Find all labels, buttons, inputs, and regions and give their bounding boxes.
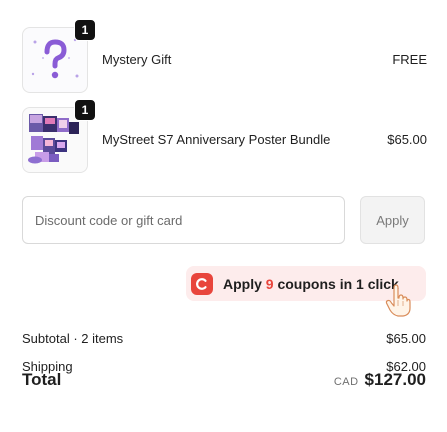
item-thumbnail: 1	[22, 19, 96, 93]
item-name: Mystery Gift	[102, 51, 172, 67]
line-item: 1 Mystery Gift FREE	[22, 19, 427, 93]
subtotal-label: Subtotal · 2 items	[22, 331, 124, 346]
item-thumbnail: 1	[22, 99, 96, 173]
line-item: 1 MyStreet S7 Anniversary Poster Bundle …	[22, 99, 427, 173]
apply-discount-button[interactable]: Apply	[360, 196, 425, 244]
subtotal-value: $65.00	[386, 331, 426, 346]
quantity-badge: 1	[74, 19, 96, 41]
subtotal-row: Subtotal · 2 items $65.00	[22, 331, 426, 349]
discount-form: Apply	[22, 196, 447, 246]
discount-code-input[interactable]	[22, 196, 345, 244]
coupon-prefix: Apply	[223, 275, 262, 292]
coupon-count: 9	[265, 275, 274, 292]
item-name: MyStreet S7 Anniversary Poster Bundle	[102, 131, 331, 147]
quantity-badge: 1	[74, 99, 96, 121]
coupon-suffix: coupons in 1 click	[277, 275, 399, 292]
coupon-extension-logo-icon	[191, 272, 213, 295]
item-price: $65.00	[387, 131, 427, 147]
total-value: $127.00	[364, 370, 426, 389]
total-row: Total CAD $127.00	[22, 370, 426, 394]
item-price: FREE	[392, 51, 427, 67]
total-label: Total	[22, 370, 62, 389]
hand-cursor-icon	[385, 284, 411, 317]
currency-code: CAD	[333, 376, 359, 388]
